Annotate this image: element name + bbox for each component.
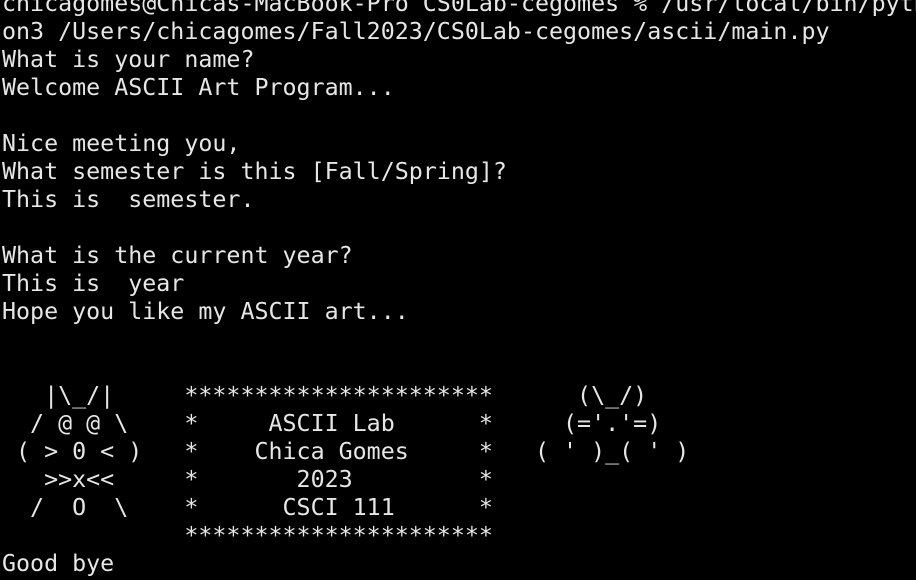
greeting-line: Nice meeting you, bbox=[2, 130, 241, 157]
terminal-command-line-continued: on3 /Users/chicagomes/Fall2023/CS0Lab-ce… bbox=[2, 18, 830, 45]
blank-line bbox=[0, 214, 916, 242]
semester-output: This is semester. bbox=[2, 186, 255, 213]
ascii-art-line: ********************** bbox=[2, 522, 493, 549]
prompt-semester: What semester is this [Fall/Spring]? bbox=[2, 158, 507, 185]
ascii-intro-line: Hope you like my ASCII art... bbox=[2, 298, 409, 325]
year-output: This is year bbox=[2, 270, 185, 297]
goodbye-line: Good bye bbox=[2, 550, 115, 577]
ascii-art-line: >>x<< * 2023 * bbox=[2, 466, 493, 493]
blank-line bbox=[0, 326, 916, 354]
terminal-command-line: chicagomes@Chicas-MacBook-Pro CS0Lab-ceg… bbox=[2, 0, 916, 17]
blank-line bbox=[0, 102, 916, 130]
welcome-message: Welcome ASCII Art Program... bbox=[2, 74, 395, 101]
prompt-name: What is your name? bbox=[2, 46, 255, 73]
prompt-year: What is the current year? bbox=[2, 242, 353, 269]
blank-line bbox=[0, 354, 916, 382]
ascii-art-line: |\_/| ********************** (\_/) bbox=[2, 382, 648, 409]
ascii-art-line: / @ @ \ * ASCII Lab * (='.'=) bbox=[2, 410, 662, 437]
ascii-art-line: / O \ * CSCI 111 * bbox=[2, 494, 493, 521]
ascii-art-line: ( > 0 < ) * Chica Gomes * ( ' )_( ' ) bbox=[2, 438, 690, 465]
terminal-window[interactable]: chicagomes@Chicas-MacBook-Pro CS0Lab-ceg… bbox=[0, 0, 916, 580]
